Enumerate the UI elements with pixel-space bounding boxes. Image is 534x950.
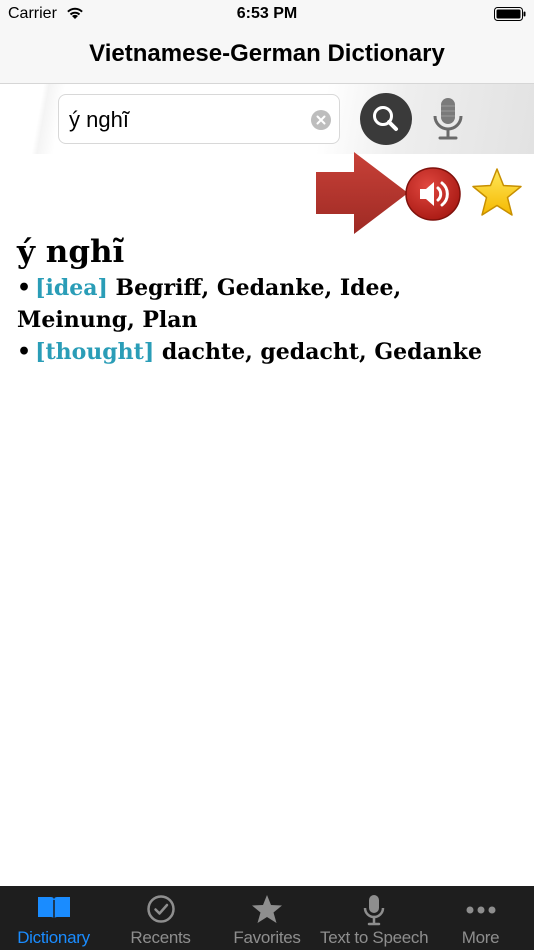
sense-item: • [thought] dachte, gedacht, Gedanke	[17, 336, 517, 368]
tab-label: Text to Speech	[320, 928, 429, 947]
bullet: •	[17, 275, 32, 301]
tab-label: More	[461, 928, 500, 947]
star-icon	[472, 168, 522, 216]
clock-time: 6:53 PM	[236, 5, 298, 22]
tab-bar: Dictionary Recents Favorites Text to Spe…	[0, 886, 534, 950]
speaker-icon	[405, 167, 461, 221]
star-icon	[252, 895, 282, 923]
search-button[interactable]	[360, 93, 412, 145]
pronounce-button[interactable]	[404, 166, 462, 222]
sense-tag[interactable]: [thought]	[35, 339, 154, 365]
status-bar: Carrier 6:53 PM	[0, 0, 534, 28]
voice-search-button[interactable]	[428, 94, 468, 144]
tab-favorites[interactable]: Favorites	[214, 886, 320, 950]
headword: ý nghĩ	[17, 234, 125, 270]
more-dots-icon	[466, 906, 495, 914]
microphone-icon	[363, 895, 384, 926]
search-box[interactable]	[58, 94, 340, 144]
clear-search-icon[interactable]	[311, 110, 331, 130]
sense-tag[interactable]: [idea]	[35, 275, 108, 301]
tab-label: Recents	[130, 928, 191, 947]
pointer-arrow-icon	[316, 152, 408, 234]
tab-more[interactable]: More	[427, 886, 534, 950]
book-icon	[37, 897, 70, 920]
tab-text-to-speech[interactable]: Text to Speech	[320, 886, 429, 950]
sense-translation: dachte, gedacht, Gedanke	[161, 339, 482, 365]
tab-label: Dictionary	[17, 928, 90, 947]
microphone-icon	[433, 98, 463, 140]
navigation-bar: Vietnamese-German Dictionary	[0, 28, 534, 84]
search-area	[0, 84, 534, 154]
search-input[interactable]	[67, 103, 307, 137]
sense-item: • [idea] Begriff, Gedanke, Idee, Meinung,…	[17, 272, 517, 336]
bullet: •	[17, 339, 32, 365]
definition-panel: ý nghĩ • [idea] Begriff, Gedanke, Idee, M…	[17, 232, 517, 368]
page-title: Vietnamese-German Dictionary	[89, 40, 445, 67]
tab-label: Favorites	[233, 928, 301, 947]
add-favorite-button[interactable]	[470, 166, 524, 220]
battery-icon	[494, 7, 526, 21]
tab-dictionary[interactable]: Dictionary	[0, 886, 107, 950]
clock-check-icon	[146, 895, 175, 923]
tab-recents[interactable]: Recents	[107, 886, 214, 950]
magnifier-icon	[373, 106, 398, 131]
